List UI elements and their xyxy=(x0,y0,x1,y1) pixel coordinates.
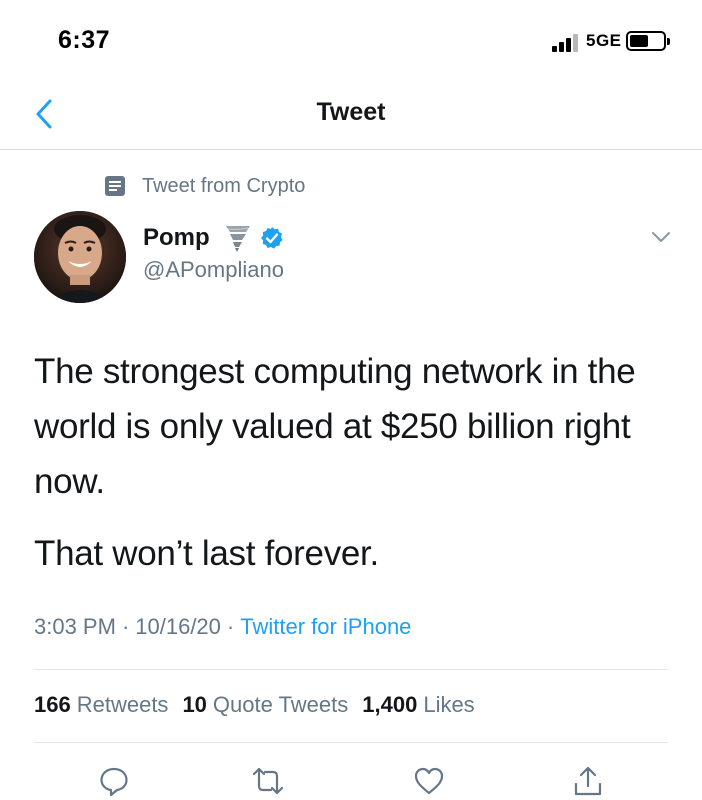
tweet-context[interactable]: Tweet from Crypto xyxy=(104,172,305,200)
divider xyxy=(34,742,668,743)
retweet-icon xyxy=(252,767,284,795)
verified-badge-icon xyxy=(260,227,283,249)
reply-button[interactable] xyxy=(97,764,131,798)
status-bar: 6:37 5GE xyxy=(0,0,702,80)
tweet-author[interactable]: Pomp @APompliano xyxy=(143,221,284,283)
chevron-down-icon xyxy=(652,232,670,242)
meta-separator: · xyxy=(226,614,235,639)
likes-count: 1,400 xyxy=(362,692,418,717)
context-label: Tweet from Crypto xyxy=(142,174,306,197)
quote-tweets-link[interactable]: Quote Tweets xyxy=(213,692,348,717)
tweet-text-paragraph: The strongest computing network in the w… xyxy=(34,352,636,501)
likes-link[interactable]: Likes xyxy=(423,692,474,717)
like-button[interactable] xyxy=(412,764,446,798)
retweet-button[interactable] xyxy=(251,764,285,798)
avatar[interactable] xyxy=(34,211,126,303)
tweet-meta: 3:03 PM · 10/16/20 · Twitter for iPhone xyxy=(34,614,411,640)
page-title: Tweet xyxy=(316,98,386,126)
share-button[interactable] xyxy=(571,764,605,798)
share-icon xyxy=(574,766,602,796)
tornado-icon xyxy=(225,226,250,252)
more-options-button[interactable] xyxy=(645,225,677,249)
divider xyxy=(34,669,668,670)
meta-separator: · xyxy=(121,614,130,639)
tweet-actions xyxy=(0,760,702,800)
reply-icon xyxy=(100,767,128,797)
tweet-time: 3:03 PM xyxy=(34,614,116,639)
retweets-link[interactable]: Retweets xyxy=(77,692,169,717)
retweets-count: 166 xyxy=(34,692,71,717)
tweet-source-link[interactable]: Twitter for iPhone xyxy=(240,614,411,639)
signal-strength-icon xyxy=(552,34,580,52)
tweet-date: 10/16/20 xyxy=(135,614,221,639)
status-time: 6:37 xyxy=(58,26,111,54)
quote-tweets-count: 10 xyxy=(182,692,207,717)
nav-bar: Tweet xyxy=(0,80,702,150)
tweet-text-paragraph: That won’t last forever. xyxy=(34,534,379,573)
topic-list-icon xyxy=(105,176,125,196)
tweet-text: The strongest computing network in the w… xyxy=(34,344,684,581)
tweet-stats: 166 Retweets 10 Quote Tweets 1,400 Likes xyxy=(34,692,489,718)
avatar-image xyxy=(34,211,126,303)
user-handle: @APompliano xyxy=(143,257,284,282)
battery-icon xyxy=(626,31,670,51)
network-type: 5GE xyxy=(586,31,622,50)
display-name: Pomp xyxy=(143,224,210,251)
like-icon xyxy=(414,767,444,795)
